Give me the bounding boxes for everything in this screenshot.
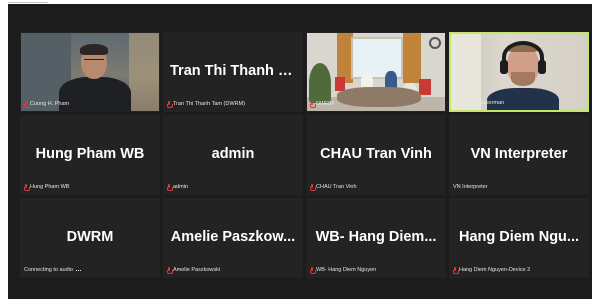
participant-display-name: Hung Pham WB <box>35 146 145 163</box>
participant-name-label: CHAU Tran Vinh <box>310 183 357 191</box>
participant-display-name: WB- Hang Diem... <box>315 229 437 246</box>
participant-tile[interactable]: WB- Hang Diem... WB- Hang Diem Nguyen <box>306 198 446 278</box>
mic-muted-icon <box>167 184 173 191</box>
participant-display-name: Amelie Paszkow... <box>170 229 296 246</box>
participant-name-label: Tran Thi Thanh Tam (DWRM) <box>167 100 245 108</box>
participant-tile[interactable]: Cuong H. Pham <box>20 32 160 112</box>
participant-name-label: DWRM <box>310 100 334 108</box>
connecting-dots-icon <box>75 269 81 271</box>
participant-name-label: Connecting to audio <box>24 266 81 274</box>
mic-muted-icon <box>310 184 316 191</box>
participant-display-name: Hang Diem Ngu... <box>458 229 580 246</box>
mic-muted-icon <box>453 267 459 274</box>
participant-name-label: Hung Pham WB <box>24 183 69 191</box>
mic-muted-icon <box>167 101 173 108</box>
participant-tile[interactable]: admin admin <box>163 115 303 195</box>
participant-display-name: CHAU Tran Vinh <box>320 146 432 163</box>
participant-tile[interactable]: VN Interpreter VN Interpreter <box>449 115 589 195</box>
participant-display-name: VN Interpreter <box>470 146 568 163</box>
participant-tile[interactable]: CHAU Tran Vinh CHAU Tran Vinh <box>306 115 446 195</box>
participant-name-label: WB- Hang Diem Nguyen <box>310 266 376 274</box>
mic-muted-icon <box>24 184 30 191</box>
participant-name-label: VN Interpreter <box>453 184 488 190</box>
participant-grid: Cuong H. Pham Tran Thi Thanh T... Tran T… <box>20 32 589 278</box>
video-gallery: Cuong H. Pham Tran Thi Thanh T... Tran T… <box>8 4 592 299</box>
participant-tile[interactable]: Hung Pham WB Hung Pham WB <box>20 115 160 195</box>
participant-name-label: Hang Diem Nguyen-Device 2 <box>453 266 530 274</box>
mic-muted-icon <box>167 267 173 274</box>
participant-name-label: admin <box>167 183 188 191</box>
mic-muted-icon <box>310 267 316 274</box>
participant-tile[interactable]: DWRM Connecting to audio <box>20 198 160 278</box>
participant-name-label: Cuong H. Pham <box>24 100 69 108</box>
top-edge-mark <box>8 0 48 3</box>
participant-tile[interactable]: Tran Thi Thanh T... Tran Thi Thanh Tam (… <box>163 32 303 112</box>
participant-tile[interactable]: Amelie Paszkow... Amelie Paszkowski <box>163 198 303 278</box>
participant-tile[interactable]: Hang Diem Ngu... Hang Diem Nguyen-Device… <box>449 198 589 278</box>
participant-display-name: admin <box>211 146 255 163</box>
participant-tile[interactable]: DWRM <box>306 32 446 112</box>
participant-name-label: Jonathan Gaborman <box>454 100 505 106</box>
participant-tile-active-speaker[interactable]: Jonathan Gaborman <box>449 32 589 112</box>
mic-muted-icon <box>24 101 30 108</box>
mic-muted-icon <box>310 101 316 108</box>
participant-name-label: Amelie Paszkowski <box>167 266 220 274</box>
participant-display-name: DWRM <box>66 229 114 246</box>
participant-display-name: Tran Thi Thanh T... <box>170 63 298 80</box>
